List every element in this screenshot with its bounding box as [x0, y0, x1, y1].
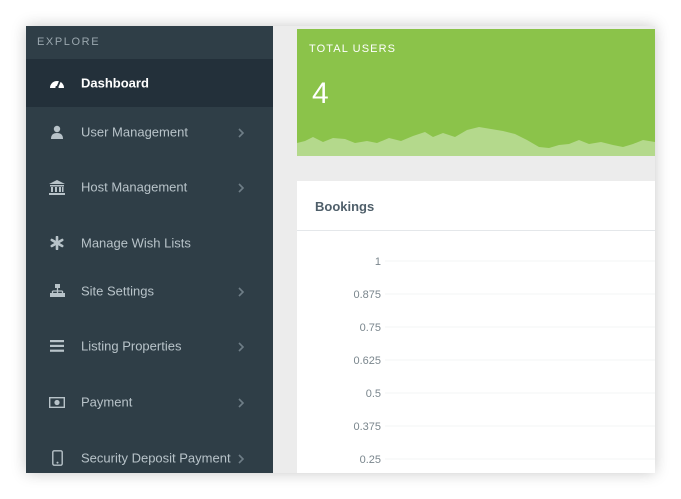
money-icon — [48, 393, 66, 411]
mobile-icon — [48, 449, 66, 467]
y-tick-label: 0.5 — [366, 388, 381, 400]
sidebar-item-label: Manage Wish Lists — [81, 235, 191, 251]
stat-value: 4 — [312, 77, 329, 110]
y-tick-label: 0.875 — [353, 289, 381, 301]
sidebar-item-label: Payment — [81, 394, 133, 410]
chevron-right-icon — [238, 342, 245, 352]
y-tick-label: 0.25 — [360, 454, 381, 466]
bookings-title: Bookings — [315, 199, 375, 214]
y-tick-label: 0.75 — [360, 322, 381, 334]
user-icon — [48, 123, 66, 141]
sidebar-item-label: Security Deposit Payment — [81, 450, 231, 466]
bookings-chart: 1 0.875 0.75 0.625 0.5 0.375 0.25 — [353, 256, 655, 466]
sidebar-item-payment[interactable]: Payment — [26, 378, 273, 426]
sidebar-item-label: User Management — [81, 124, 188, 140]
y-tick-label: 1 — [375, 256, 381, 268]
sitemap-icon — [48, 282, 66, 300]
main-content: TOTAL USERS 4 Bookings 1 0.875 0.75 0.625 0.… — [273, 26, 655, 473]
list-icon — [48, 337, 66, 355]
sidebar-item-label: Listing Properties — [81, 338, 182, 354]
sidebar-item-security-deposit-payment[interactable]: Security Deposit Payment — [26, 434, 273, 473]
sidebar-item-label: Host Management — [81, 179, 188, 195]
sidebar: EXPLORE Dashboard User Management Host M… — [26, 26, 273, 473]
sidebar-item-dashboard[interactable]: Dashboard — [26, 59, 273, 107]
dashboard-icon — [48, 74, 66, 92]
admin-window: EXPLORE Dashboard User Management Host M… — [26, 26, 655, 473]
sparkline — [297, 127, 655, 156]
sidebar-item-host-management[interactable]: Host Management — [26, 163, 273, 211]
y-tick-label: 0.375 — [353, 421, 381, 433]
bookings-header: Bookings — [297, 181, 655, 231]
bookings-card: Bookings 1 0.875 0.75 0.625 0.5 0.375 0.25 — [297, 181, 655, 473]
sidebar-item-listing-properties[interactable]: Listing Properties — [26, 322, 273, 370]
sidebar-item-manage-wish-lists[interactable]: Manage Wish Lists — [26, 219, 273, 267]
sidebar-item-label: Site Settings — [81, 283, 154, 299]
stat-title: TOTAL USERS — [309, 43, 397, 55]
y-tick-label: 0.625 — [353, 355, 381, 367]
asterisk-icon — [48, 234, 66, 252]
sidebar-item-site-settings[interactable]: Site Settings — [26, 267, 273, 315]
chevron-right-icon — [238, 287, 245, 297]
total-users-card: TOTAL USERS 4 — [297, 29, 655, 156]
chevron-right-icon — [238, 183, 245, 193]
bank-icon — [48, 178, 66, 196]
chevron-right-icon — [238, 128, 245, 138]
chevron-right-icon — [238, 398, 245, 408]
sidebar-item-user-management[interactable]: User Management — [26, 108, 273, 156]
sidebar-item-label: Dashboard — [81, 75, 149, 91]
chevron-right-icon — [238, 454, 245, 464]
sidebar-heading: EXPLORE — [37, 36, 101, 48]
